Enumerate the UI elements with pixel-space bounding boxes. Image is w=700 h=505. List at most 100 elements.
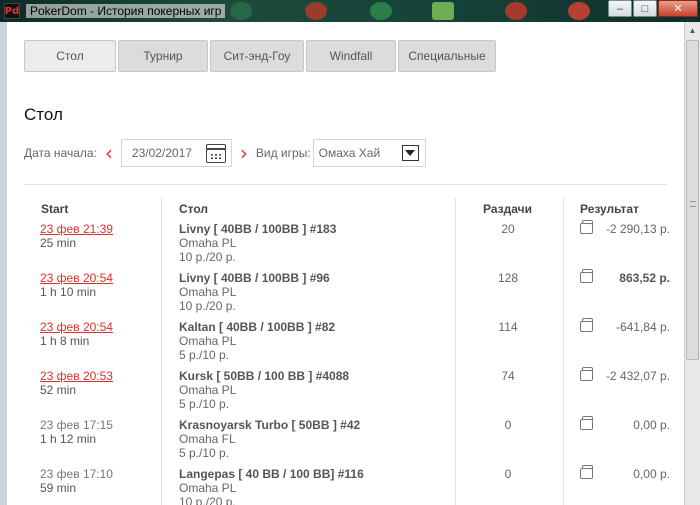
hands-count: 0 [504, 418, 512, 432]
window-titlebar[interactable]: Pd PokerDom - История покерных игр – □ ✕ [0, 0, 700, 22]
game-variant: Omaha PL [179, 334, 237, 348]
wallet-icon [580, 465, 593, 479]
start-time-link[interactable]: 23 фев 20:53 [40, 369, 113, 383]
table-name: Livny [ 40BB / 100BB ] #96 [179, 271, 330, 285]
stakes: 5 р./10 р. [179, 348, 230, 362]
close-button[interactable]: ✕ [658, 0, 698, 17]
column-header-start[interactable]: Start [41, 202, 68, 216]
game-type-tabs: Стол Турнир Сит-энд-Гоу Windfall Специал… [24, 40, 496, 72]
duration: 59 min [40, 481, 77, 495]
minimize-button[interactable]: – [608, 0, 632, 17]
start-cell: 23 фев 21:39 25 min [40, 222, 113, 250]
vertical-scrollbar[interactable]: ▲ [684, 22, 700, 505]
scroll-thumb[interactable] [686, 40, 699, 360]
table-cell: Kursk [ 50BB / 100 BB ] #4088 Omaha PL 5 р… [179, 369, 349, 411]
stakes: 10 р./20 р. [179, 495, 236, 505]
start-cell: 23 фев 20:54 1 h 10 min [40, 271, 113, 299]
table-name: Kaltan [ 40BB / 100BB ] #82 [179, 320, 336, 334]
hands-count: 114 [498, 320, 518, 334]
background-decoration [305, 2, 327, 20]
game-variant: Omaha PL [179, 236, 237, 250]
table-row[interactable]: 23 фев 20:54 1 h 8 min Kaltan [ 40BB / 100… [7, 318, 684, 369]
start-time-link[interactable]: 23 фев 21:39 [40, 222, 113, 236]
start-cell: 23 фев 17:10 59 min [40, 467, 113, 495]
window-title: PokerDom - История покерных игр [26, 4, 226, 18]
background-decoration [230, 2, 252, 20]
game-type-value: Омаха Хай [318, 146, 381, 160]
filter-bar: Дата начала: ‹ 23/02/2017 › Вид игры: Ом… [24, 139, 426, 167]
table-row[interactable]: 23 фев 20:54 1 h 10 min Livny [ 40BB / 100… [7, 269, 684, 320]
next-date-icon[interactable]: › [240, 143, 248, 163]
result-value: 0,00 р. [633, 418, 670, 432]
wallet-icon [580, 269, 593, 283]
table-cell: Livny [ 40BB / 100BB ] #96 Omaha PL 10 р./… [179, 271, 330, 313]
tab-sit-and-go[interactable]: Сит-энд-Гоу [210, 40, 304, 72]
history-panel: Стол Турнир Сит-энд-Гоу Windfall Специал… [7, 22, 684, 505]
wallet-icon [580, 220, 593, 234]
duration: 25 min [40, 236, 77, 250]
table-cell: Livny [ 40BB / 100BB ] #183 Omaha PL 10 р.… [179, 222, 336, 264]
tab-tournament[interactable]: Турнир [118, 40, 208, 72]
game-variant: Omaha FL [179, 432, 236, 446]
wallet-icon [580, 367, 593, 381]
table-row[interactable]: 23 фев 17:15 1 h 12 min Krasnoyarsk Turbo … [7, 416, 684, 467]
date-value: 23/02/2017 [131, 146, 192, 160]
game-variant: Omaha PL [179, 285, 237, 299]
calendar-icon[interactable] [205, 144, 226, 163]
page-title: Стол [24, 105, 63, 124]
scroll-up-icon[interactable]: ▲ [685, 22, 700, 39]
maximize-button[interactable]: □ [633, 0, 657, 17]
hands-count: 0 [504, 467, 512, 481]
chevron-down-icon[interactable] [401, 145, 419, 161]
game-variant: Omaha PL [179, 383, 237, 397]
start-cell: 23 фев 20:54 1 h 8 min [40, 320, 113, 348]
stakes: 10 р./20 р. [179, 250, 236, 264]
start-time-link[interactable]: 23 фев 20:54 [40, 320, 113, 334]
game-variant: Omaha PL [179, 481, 237, 495]
window-frame: Стол Турнир Сит-энд-Гоу Windfall Специал… [0, 22, 700, 505]
result-value: 863,52 р. [619, 271, 670, 285]
column-header-table[interactable]: Стол [179, 202, 208, 216]
start-time: 23 фев 17:15 [40, 418, 113, 432]
wallet-icon [580, 416, 593, 430]
background-decoration [568, 2, 590, 20]
table-name: Kursk [ 50BB / 100 BB ] #4088 [179, 369, 350, 383]
wallet-icon [580, 318, 593, 332]
table-row[interactable]: 23 фев 17:10 59 min Langepas [ 40 BB / 100… [7, 465, 684, 505]
app-logo-icon: Pd [4, 3, 20, 19]
table-cell: Kaltan [ 40BB / 100BB ] #82 Omaha PL 5 р./… [179, 320, 335, 362]
table-row[interactable]: 23 фев 20:53 52 min Kursk [ 50BB / 100 BB … [7, 367, 684, 418]
date-field[interactable]: 23/02/2017 [120, 139, 232, 167]
table-name: Krasnoyarsk Turbo [ 50BB ] #42 [179, 418, 361, 432]
tab-table[interactable]: Стол [24, 40, 116, 72]
tab-special[interactable]: Специальные [398, 40, 496, 72]
column-header-hands[interactable]: Раздачи [483, 202, 532, 216]
result-value: -2 432,07 р. [605, 369, 670, 383]
table-name: Livny [ 40BB / 100BB ] #183 [179, 222, 337, 236]
tab-windfall[interactable]: Windfall [306, 40, 396, 72]
game-type-select[interactable]: Омаха Хай [312, 139, 426, 167]
table-cell: Krasnoyarsk Turbo [ 50BB ] #42 Omaha FL 5 … [179, 418, 360, 460]
divider [24, 184, 667, 185]
date-label: Дата начала: [24, 146, 97, 160]
stakes: 5 р./10 р. [179, 397, 230, 411]
duration: 1 h 10 min [40, 285, 97, 299]
stakes: 10 р./20 р. [179, 299, 236, 313]
result-value: 0,00 р. [633, 467, 670, 481]
stakes: 5 р./10 р. [179, 446, 230, 460]
duration: 1 h 8 min [40, 334, 90, 348]
start-time-link[interactable]: 23 фев 20:54 [40, 271, 113, 285]
window-controls: – □ ✕ [608, 0, 698, 17]
background-decoration [505, 2, 527, 20]
hands-count: 74 [501, 369, 515, 383]
start-time: 23 фев 17:10 [40, 467, 113, 481]
background-decoration [432, 2, 454, 20]
start-cell: 23 фев 20:53 52 min [40, 369, 113, 397]
prev-date-icon[interactable]: ‹ [105, 143, 113, 163]
hands-count: 128 [497, 271, 519, 285]
column-header-result[interactable]: Результат [580, 202, 639, 216]
table-row[interactable]: 23 фев 21:39 25 min Livny [ 40BB / 100BB ]… [7, 220, 684, 271]
hands-count: 20 [501, 222, 515, 236]
game-type-label: Вид игры: [255, 146, 311, 160]
duration: 52 min [40, 383, 77, 397]
